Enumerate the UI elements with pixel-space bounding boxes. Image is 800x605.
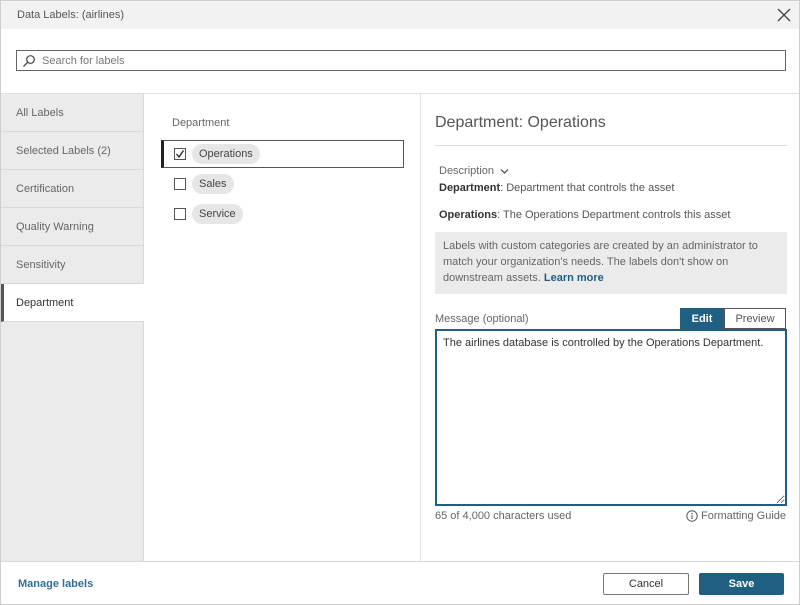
search-input[interactable]: [42, 54, 785, 67]
sidebar-item-label: Selected Labels (2): [16, 144, 111, 157]
dialog-footer: Manage labels Cancel Save: [1, 561, 799, 604]
label-pill: Operations: [192, 144, 260, 164]
sidebar-item-department[interactable]: Department: [1, 284, 144, 322]
category-description-text: : Department that controls the asset: [500, 182, 675, 194]
label-pill: Service: [192, 204, 243, 224]
label-name: Operations: [439, 209, 498, 221]
detail-title: Department: Operations: [435, 114, 606, 131]
close-button[interactable]: [775, 6, 793, 24]
data-labels-dialog: Data Labels: (airlines) All Labels Selec…: [0, 0, 800, 605]
manage-labels-link[interactable]: Manage labels: [18, 578, 93, 590]
label-list: Operations Sales Service: [161, 140, 404, 230]
sidebar-item-label: Sensitivity: [16, 258, 66, 271]
label-row-sales[interactable]: Sales: [161, 170, 404, 198]
sidebar-item-quality-warning[interactable]: Quality Warning: [1, 208, 143, 246]
character-count: 65 of 4,000 characters used: [435, 510, 572, 522]
sidebar-item-sensitivity[interactable]: Sensitivity: [1, 246, 143, 284]
description-toggle-label: Description: [439, 165, 495, 177]
dialog-body: All Labels Selected Labels (2) Certifica…: [1, 93, 799, 562]
sidebar-item-selected-labels[interactable]: Selected Labels (2): [1, 132, 143, 170]
info-icon: [686, 510, 698, 522]
info-box: Labels with custom categories are create…: [435, 232, 787, 294]
label-row-service[interactable]: Service: [161, 200, 404, 228]
sidebar-item-label: Department: [16, 296, 74, 309]
label-checkbox[interactable]: [174, 148, 186, 160]
label-list-panel: Department Operations Sales Service: [144, 94, 421, 562]
label-detail-panel: Department: Operations Description Depar…: [422, 94, 799, 562]
sidebar-item-label: Quality Warning: [16, 220, 94, 233]
learn-more-link[interactable]: Learn more: [544, 272, 604, 284]
message-textarea[interactable]: The airlines database is controlled by t…: [435, 329, 787, 506]
label-pill: Sales: [192, 174, 234, 194]
close-icon: [777, 8, 791, 22]
dialog-title: Data Labels: (airlines): [17, 9, 124, 21]
cancel-button[interactable]: Cancel: [603, 573, 689, 595]
checkmark-icon: [176, 150, 185, 159]
label-description: Operations: The Operations Department co…: [439, 209, 730, 221]
category-sidebar: All Labels Selected Labels (2) Certifica…: [1, 94, 144, 562]
sidebar-item-all-labels[interactable]: All Labels: [1, 94, 143, 132]
formatting-guide-link[interactable]: Formatting Guide: [686, 510, 786, 522]
label-row-operations[interactable]: Operations: [161, 140, 404, 168]
formatting-guide-label: Formatting Guide: [701, 510, 786, 522]
title-bar: Data Labels: (airlines): [1, 1, 799, 29]
sidebar-item-label: Certification: [16, 182, 75, 195]
label-checkbox[interactable]: [174, 178, 186, 190]
divider: [435, 145, 787, 146]
category-name: Department: [439, 182, 501, 194]
tab-edit[interactable]: Edit: [680, 308, 724, 329]
label-description-text: : The Operations Department controls thi…: [497, 209, 731, 221]
tab-preview[interactable]: Preview: [724, 308, 786, 329]
category-description: Department: Department that controls the…: [439, 182, 674, 194]
search-icon: [23, 54, 35, 67]
search-box: [16, 50, 786, 71]
label-checkbox[interactable]: [174, 208, 186, 220]
chevron-down-icon: [500, 168, 509, 174]
sidebar-item-label: All Labels: [16, 106, 64, 119]
category-heading: Department: [172, 117, 230, 129]
sidebar-item-certification[interactable]: Certification: [1, 170, 143, 208]
message-label: Message (optional): [435, 313, 529, 325]
description-toggle[interactable]: Description: [439, 165, 509, 177]
save-button[interactable]: Save: [699, 573, 784, 595]
